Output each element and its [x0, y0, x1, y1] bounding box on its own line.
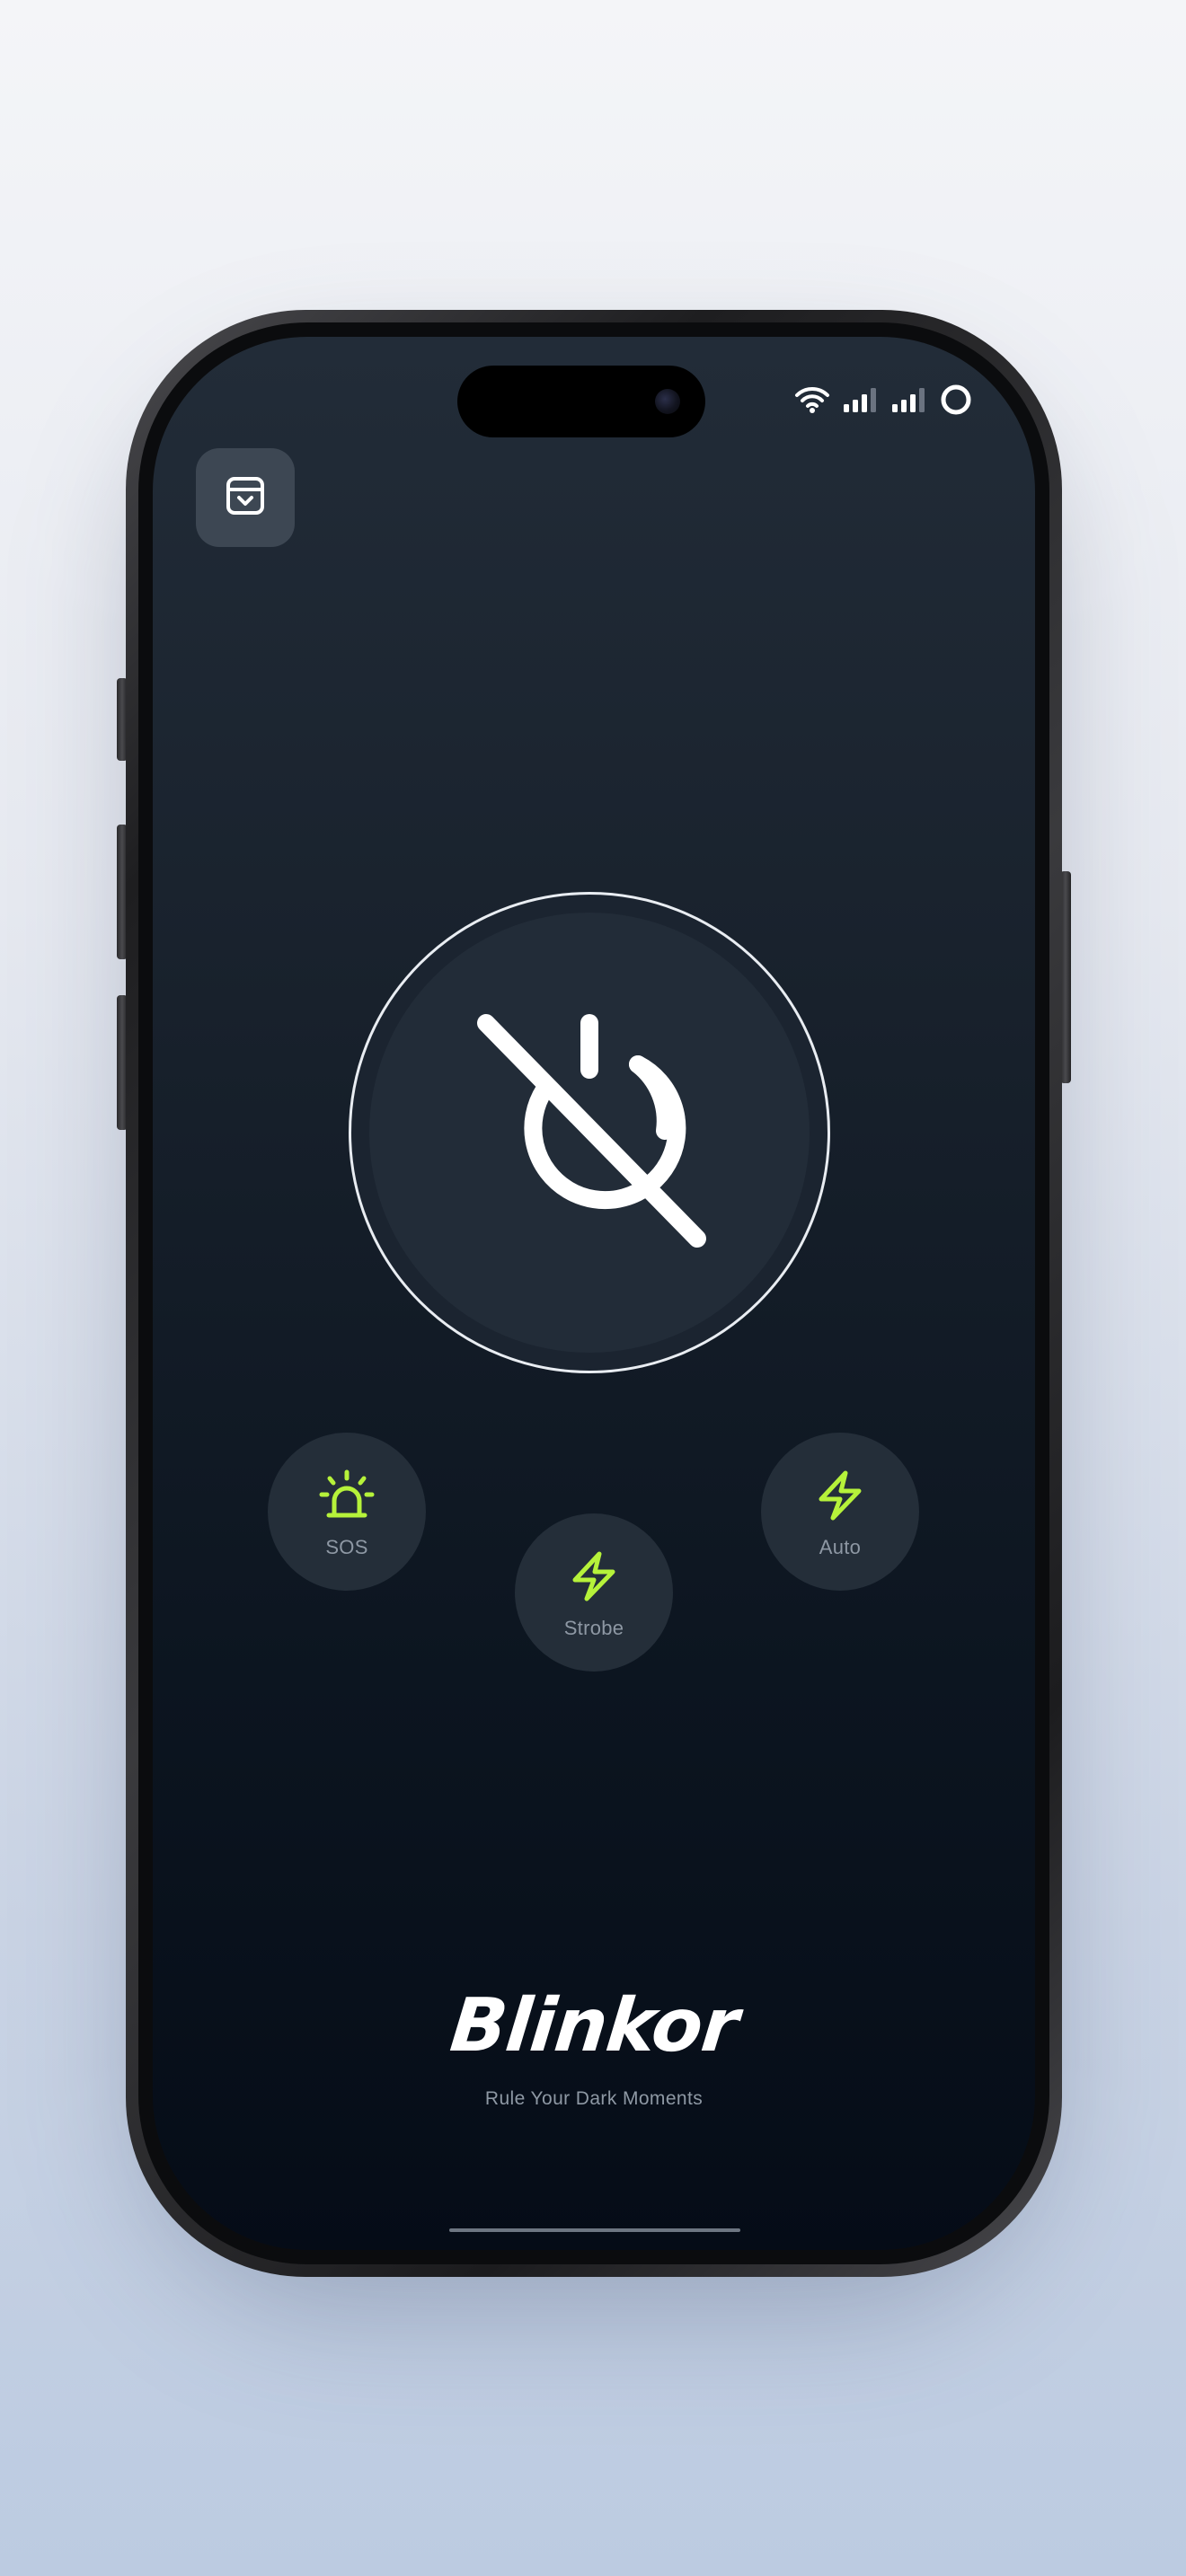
siren-icon	[318, 1464, 376, 1527]
cellular-signal-icon	[843, 386, 879, 413]
brand-tagline: Rule Your Dark Moments	[484, 2088, 704, 2109]
mode-sos-button[interactable]: SOS	[268, 1433, 426, 1591]
power-off-icon	[455, 996, 724, 1270]
mode-strobe-button[interactable]: Strobe	[515, 1513, 673, 1672]
brand-footer: Blinkor Rule Your Dark Moments	[153, 1983, 1035, 2110]
mode-auto-button[interactable]: Auto	[761, 1433, 919, 1591]
brand-logo: Blinkor	[446, 1983, 742, 2069]
app-screen: SOS Strobe Auto Blinkor Rule Your Dark M…	[153, 337, 1035, 2250]
mode-auto-label: Auto	[819, 1536, 862, 1558]
cellular-signal-icon	[891, 386, 927, 413]
tray-chevron-down-icon	[224, 474, 267, 522]
front-camera	[655, 389, 680, 414]
mode-strobe-label: Strobe	[563, 1617, 624, 1639]
phone-frame: SOS Strobe Auto Blinkor Rule Your Dark M…	[126, 310, 1062, 2277]
phone-bezel: SOS Strobe Auto Blinkor Rule Your Dark M…	[138, 322, 1049, 2264]
mode-sos-label: SOS	[325, 1536, 368, 1558]
battery-ring-icon	[940, 384, 972, 416]
status-bar	[794, 382, 972, 418]
dynamic-island	[457, 366, 705, 437]
lightning-icon	[813, 1464, 867, 1527]
wifi-icon	[794, 385, 830, 414]
lightning-icon	[567, 1545, 621, 1608]
collapse-panel-button[interactable]	[196, 448, 295, 547]
power-toggle-ring	[349, 892, 830, 1373]
power-toggle-button[interactable]	[369, 913, 810, 1353]
home-indicator[interactable]	[449, 2228, 740, 2232]
